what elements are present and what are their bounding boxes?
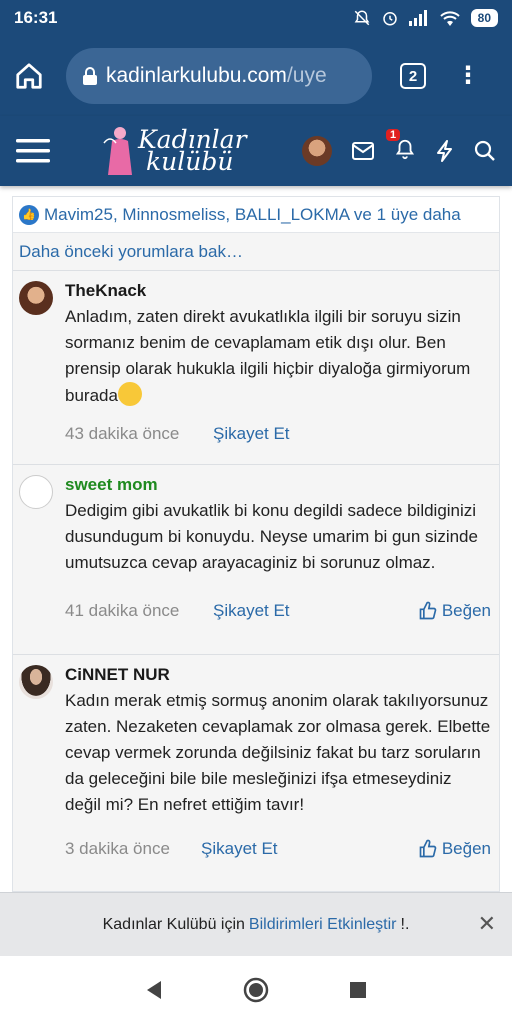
likes-text: Mavim25, Minnosmeliss, BALLI_LOKMA ve 1 …: [44, 204, 461, 224]
comment-meta: 3 dakika önce Şikayet Et Beğen: [65, 824, 491, 874]
report-link[interactable]: Şikayet Et: [213, 424, 290, 444]
thumbs-up-icon: [419, 601, 437, 620]
wifi-icon: [439, 11, 460, 26]
comment-avatar[interactable]: [19, 281, 53, 315]
logo-line-2: kulübü: [146, 147, 234, 176]
comment-item: TheKnack Anladım, zaten direkt avukatlık…: [13, 271, 499, 465]
close-icon[interactable]: ✕: [478, 911, 496, 937]
banner-suffix: !.: [400, 915, 410, 933]
like-label: Beğen: [441, 839, 491, 858]
like-thumb-icon: 👍: [19, 204, 39, 225]
battery-indicator: 80: [470, 9, 498, 27]
status-time: 16:31: [14, 8, 58, 27]
url-path: /uye: [286, 64, 327, 87]
like-label: Beğen: [441, 601, 491, 620]
search-icon[interactable]: [474, 140, 496, 162]
banner-prefix: Kadınlar Kulübü için: [102, 915, 245, 933]
notification-badge: 1: [386, 128, 401, 141]
comment-time[interactable]: 43 dakika önce: [65, 424, 213, 444]
comment-author[interactable]: TheKnack: [65, 281, 491, 301]
smile-emoji-icon: [117, 382, 142, 406]
browser-menu-button[interactable]: ⋮: [456, 64, 480, 88]
alarm-icon: [382, 12, 397, 26]
home-circle-icon[interactable]: [243, 977, 269, 1003]
notification-permission-banner: Kadınlar Kulübü için Bildirimleri Etkinl…: [0, 892, 512, 956]
comment-body: Dedigim gibi avukatlik bi konu degildi s…: [65, 501, 478, 572]
comment-meta: 41 dakika önce Şikayet Et Beğen: [65, 586, 491, 636]
like-button[interactable]: Beğen: [418, 601, 491, 621]
comment-avatar[interactable]: [19, 475, 53, 509]
bell-icon: [395, 139, 415, 159]
url-field[interactable]: kadinlarkulubu.com/uye: [66, 48, 372, 104]
comment-author[interactable]: CiNNET NUR: [65, 665, 491, 685]
tab-switcher-button[interactable]: 2: [400, 63, 426, 89]
mute-icon: [354, 10, 370, 26]
system-navigation-bar: [0, 956, 512, 1024]
logo-figure-icon: [103, 127, 132, 175]
thumbs-up-icon: [419, 839, 437, 858]
lock-icon: [83, 67, 97, 85]
likes-summary[interactable]: 👍 Mavim25, Minnosmeliss, BALLI_LOKMA ve …: [13, 197, 499, 233]
like-button[interactable]: Beğen: [418, 839, 491, 859]
site-header: Kadınlar kulübü 1: [0, 116, 512, 186]
mail-icon[interactable]: [352, 142, 374, 160]
comment-time[interactable]: 3 dakika önce: [65, 839, 201, 859]
load-earlier-comments-link[interactable]: Daha önceki yorumlara bak…: [13, 233, 499, 271]
report-link[interactable]: Şikayet Et: [201, 839, 278, 859]
home-icon[interactable]: [14, 61, 44, 91]
notifications-button[interactable]: 1: [386, 128, 416, 165]
enable-notifications-link[interactable]: Bildirimleri Etkinleştir: [249, 916, 397, 934]
comments-panel: 👍 Mavim25, Minnosmeliss, BALLI_LOKMA ve …: [12, 196, 500, 892]
status-bar: 16:31 80: [0, 0, 512, 36]
site-logo[interactable]: Kadınlar kulübü: [102, 125, 247, 177]
comment-body: Anladım, zaten direkt avukatlıkla ilgili…: [65, 304, 491, 409]
browser-toolbar: kadinlarkulubu.com/uye 2 ⋮: [0, 36, 512, 116]
signal-icon: [408, 10, 427, 26]
header-actions: 1: [302, 128, 496, 166]
back-icon[interactable]: [145, 980, 163, 1000]
report-link[interactable]: Şikayet Et: [213, 601, 290, 621]
url-domain: kadinlarkulubu.com: [106, 64, 287, 87]
lightning-icon[interactable]: [436, 140, 454, 162]
user-avatar[interactable]: [302, 136, 332, 166]
comment-author[interactable]: sweet mom: [65, 475, 491, 495]
status-icons: 80: [353, 9, 498, 27]
recent-apps-icon[interactable]: [349, 981, 367, 999]
comment-item: CiNNET NUR Kadın merak etmiş sormuş anon…: [13, 655, 499, 891]
hamburger-menu-icon[interactable]: [16, 137, 50, 165]
comment-body: Kadın merak etmiş sormuş anonim olarak t…: [65, 691, 491, 814]
comment-time[interactable]: 41 dakika önce: [65, 601, 213, 621]
comment-meta: 43 dakika önce Şikayet Et: [65, 409, 491, 459]
comment-avatar[interactable]: [19, 665, 53, 699]
comment-item: sweet mom Dedigim gibi avukatlik bi konu…: [13, 465, 499, 655]
